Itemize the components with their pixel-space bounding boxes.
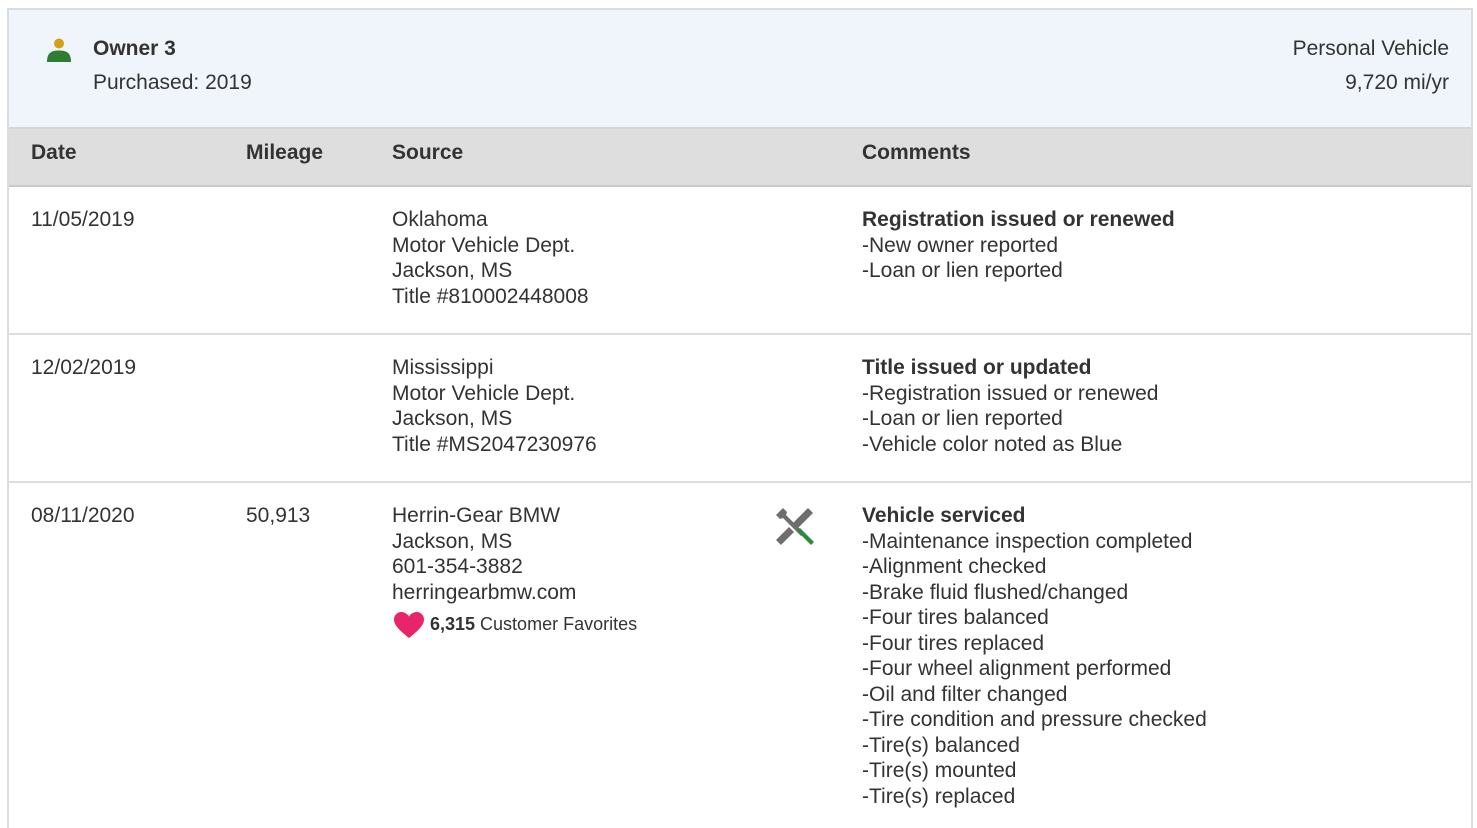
wrench-screwdriver-icon — [776, 508, 814, 545]
owner-purchased: Purchased: 2019 — [93, 71, 252, 94]
comment-title: Vehicle serviced — [862, 504, 1026, 527]
miles-per-year: 9,720 mi/yr — [1345, 71, 1449, 94]
source-line: herringearbmw.com — [392, 580, 577, 604]
comment-item: Four tires balanced — [862, 605, 1207, 631]
row-source: Herrin-Gear BMW Jackson, MS 601-354-3882… — [392, 503, 637, 639]
favorites-label: Customer Favorites — [480, 614, 638, 635]
source-line: Oklahoma — [392, 208, 488, 231]
customer-favorites[interactable]: 6,315 Customer Favorites — [392, 611, 637, 639]
comment-item: Alignment checked — [862, 554, 1207, 580]
comment-item: Maintenance inspection completed — [862, 529, 1207, 555]
comment-item: Tire(s) replaced — [862, 784, 1207, 810]
comment-item: Vehicle color noted as Blue — [862, 432, 1159, 458]
comment-title: Registration issued or renewed — [862, 208, 1175, 231]
comment-item: New owner reported — [862, 233, 1175, 259]
row-comments: Vehicle serviced Maintenance inspection … — [862, 503, 1207, 809]
source-line: Title #MS2047230976 — [392, 432, 597, 456]
comment-item: Tire(s) balanced — [862, 733, 1207, 759]
source-line: Herrin-Gear BMW — [392, 504, 561, 527]
column-header-comments: Comments — [862, 141, 971, 164]
comment-item: Loan or lien reported — [862, 406, 1159, 432]
source-line: Motor Vehicle Dept. — [392, 381, 576, 405]
source-line: Title #810002448008 — [392, 284, 589, 308]
row-mileage: 50,913 — [246, 504, 311, 527]
table-row: 08/11/2020 50,913 Herrin-Gear BMW Jackso… — [9, 483, 1471, 823]
comment-item: Tire condition and pressure checked — [862, 707, 1207, 733]
vehicle-type: Personal Vehicle — [1292, 37, 1449, 60]
comment-item: Oil and filter changed — [862, 682, 1207, 708]
person-icon — [47, 38, 71, 62]
column-header-source: Source — [392, 141, 464, 164]
row-comments: Title issued or updated Registration iss… — [862, 355, 1159, 457]
column-header-date: Date — [31, 141, 77, 164]
source-line: Motor Vehicle Dept. — [392, 233, 576, 257]
source-line: Mississippi — [392, 356, 494, 379]
table-row: 11/05/2019 Oklahoma Motor Vehicle Dept. … — [9, 187, 1471, 335]
table-row: 12/02/2019 Mississippi Motor Vehicle Dep… — [9, 335, 1471, 483]
row-date: 11/05/2019 — [31, 208, 135, 231]
row-source: Mississippi Motor Vehicle Dept. Jackson,… — [392, 355, 597, 457]
row-source: Oklahoma Motor Vehicle Dept. Jackson, MS… — [392, 207, 589, 309]
comment-item: Registration issued or renewed — [862, 381, 1159, 407]
comment-item: Loan or lien reported — [862, 258, 1175, 284]
heart-icon — [394, 612, 424, 638]
comment-item: Four wheel alignment performed — [862, 656, 1207, 682]
comment-item: Tire(s) mounted — [862, 758, 1207, 784]
owner-header: Owner 3 Purchased: 2019 Personal Vehicle… — [9, 10, 1471, 129]
source-line: Jackson, MS — [392, 529, 513, 553]
owner-name: Owner 3 — [93, 37, 176, 60]
owner-history-card: Owner 3 Purchased: 2019 Personal Vehicle… — [7, 8, 1473, 828]
comment-item: Four tires replaced — [862, 631, 1207, 657]
table-header: Date Mileage Source Comments — [9, 129, 1471, 187]
comment-item: Brake fluid flushed/changed — [862, 580, 1207, 606]
favorites-count: 6,315 — [430, 614, 476, 635]
column-header-mileage: Mileage — [246, 141, 324, 164]
source-line: Jackson, MS — [392, 259, 513, 282]
row-comments: Registration issued or renewed New owner… — [862, 207, 1175, 284]
source-line: 601-354-3882 — [392, 555, 523, 578]
row-date: 12/02/2019 — [31, 356, 137, 379]
source-line: Jackson, MS — [392, 407, 513, 430]
comment-title: Title issued or updated — [862, 356, 1092, 379]
row-date: 08/11/2020 — [31, 504, 135, 527]
